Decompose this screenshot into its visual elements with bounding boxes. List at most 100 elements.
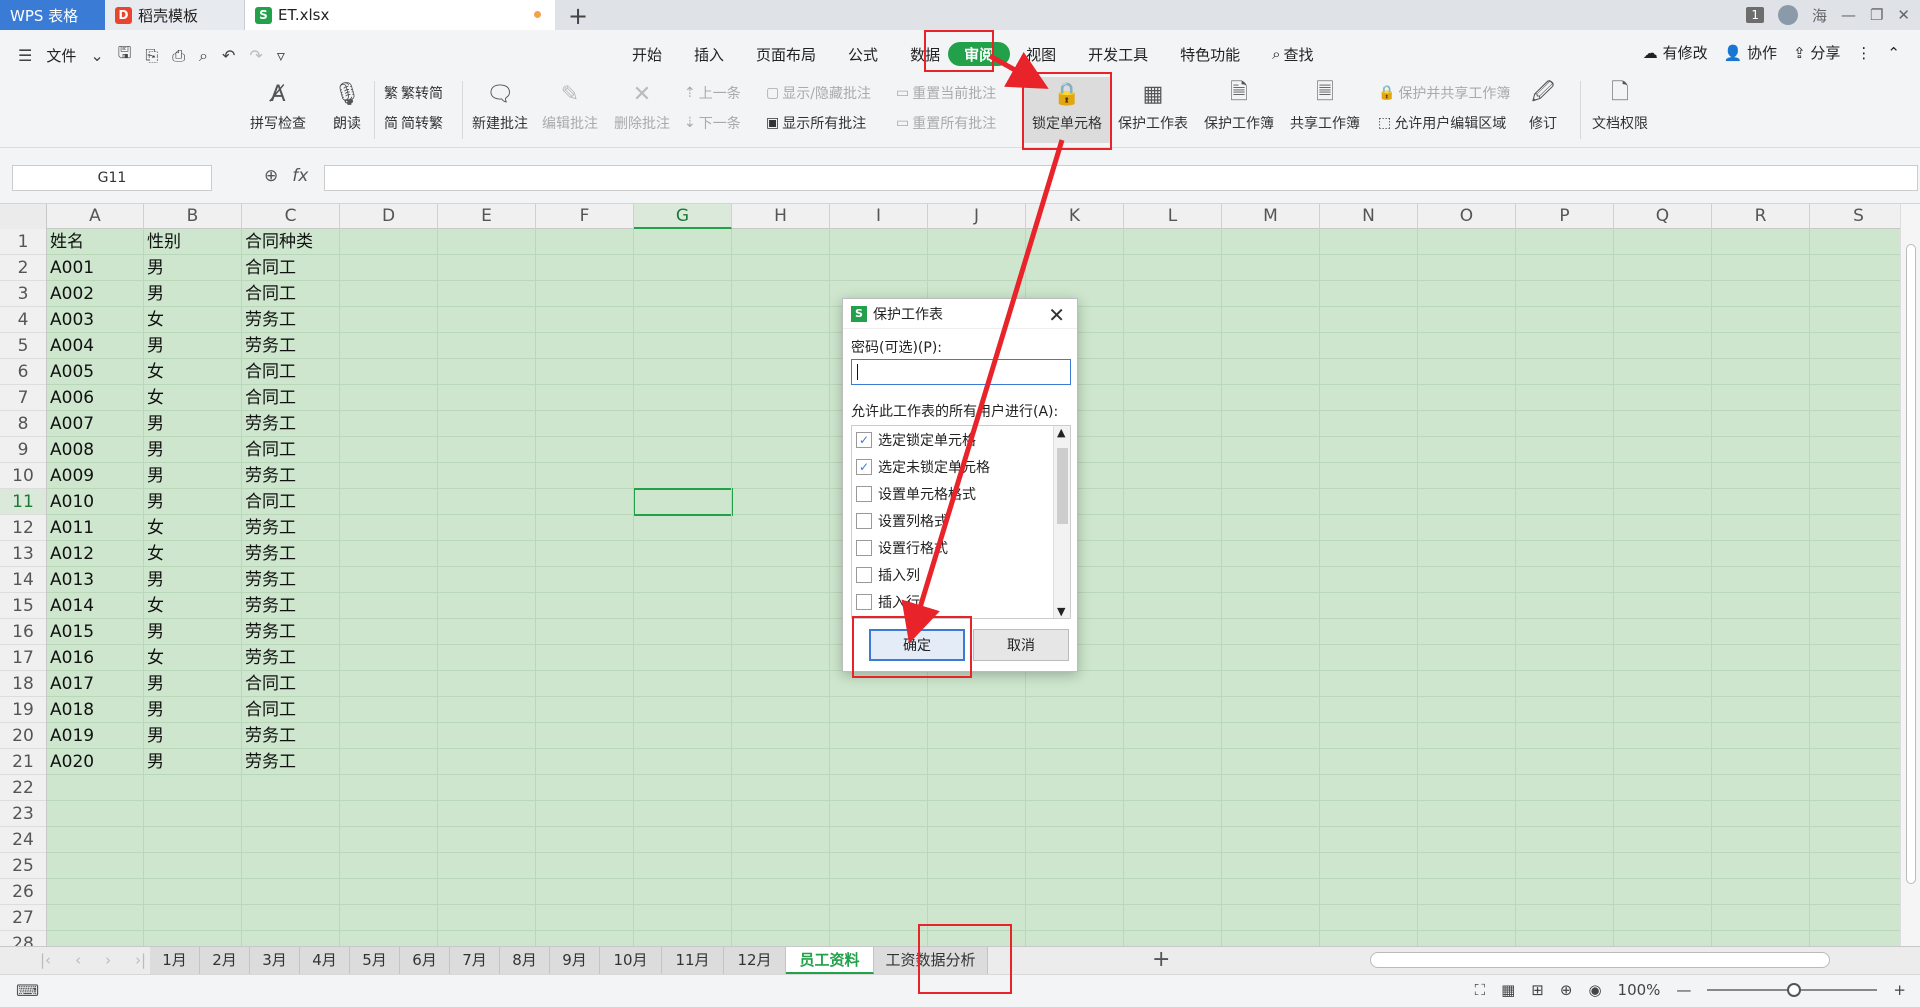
modified-button[interactable]: ☁ 有修改 [1643,42,1708,63]
tab-features[interactable]: 特色功能 [1164,42,1256,66]
row-header-18[interactable]: 18 [0,671,46,697]
column-header-n[interactable]: N [1320,204,1418,229]
password-input[interactable] [851,359,1071,385]
row-header-6[interactable]: 6 [0,359,46,385]
zoom-formula-icon[interactable]: ⊕ [264,166,278,186]
sheet-tab[interactable]: 8月 [500,947,550,974]
column-header-a[interactable]: A [47,204,144,229]
row-header-21[interactable]: 21 [0,749,46,775]
cell[interactable]: A016 [47,645,144,671]
more-icon[interactable]: ⋮ [1856,44,1871,62]
permission-item[interactable]: 插入列 [852,561,1070,588]
chevron-down-icon[interactable]: ⌄ [90,46,103,65]
sheet-tab[interactable]: 12月 [724,947,786,974]
cell[interactable]: 女 [144,307,242,333]
zoom-slider-knob[interactable] [1787,983,1802,997]
cell[interactable]: A008 [47,437,144,463]
last-sheet-icon[interactable]: ›| [135,951,146,969]
new-comment-button[interactable]: 🗨 新建批注 [472,79,528,133]
row-header-22[interactable]: 22 [0,775,46,801]
cell[interactable]: 劳务工 [242,593,340,619]
cell[interactable]: A006 [47,385,144,411]
sheet-tab[interactable]: 10月 [600,947,662,974]
collapse-ribbon-icon[interactable]: ⌃ [1887,44,1900,62]
cell[interactable]: A007 [47,411,144,437]
cell[interactable]: 合同工 [242,437,340,463]
sheet-tab[interactable]: 9月 [550,947,600,974]
cell[interactable]: 男 [144,619,242,645]
row-header-12[interactable]: 12 [0,515,46,541]
name-box[interactable]: G11 [12,165,212,191]
cell[interactable]: 男 [144,411,242,437]
column-header-j[interactable]: J [928,204,1026,229]
protect-share-workbook-button[interactable]: 🔒 保护并共享工作簿 [1378,83,1510,103]
sheet-tab[interactable]: 员工资料 [786,947,874,974]
trad-to-simp-button[interactable]: 繁繁转简 [384,83,443,103]
customize-icon[interactable]: ▿ [277,46,285,65]
sheet-tab[interactable]: 11月 [662,947,724,974]
reset-all-comments-button[interactable]: ▭ 重置所有批注 [896,113,996,133]
cell[interactable]: 合同工 [242,697,340,723]
sheet-tab[interactable]: 7月 [450,947,500,974]
cell[interactable]: 合同工 [242,255,340,281]
share-button[interactable]: ⇪ 分享 [1793,42,1840,63]
cell[interactable]: A001 [47,255,144,281]
cell[interactable]: 劳务工 [242,619,340,645]
row-header-27[interactable]: 27 [0,905,46,931]
dialog-close-icon[interactable]: ✕ [1048,303,1065,327]
cell[interactable]: 男 [144,567,242,593]
first-sheet-icon[interactable]: |‹ [40,951,51,969]
cell[interactable]: A009 [47,463,144,489]
checkbox-icon[interactable] [856,539,872,556]
cell[interactable]: A015 [47,619,144,645]
checkbox-icon[interactable] [856,485,872,502]
normal-view-icon[interactable]: ▦ [1501,981,1515,999]
tab-daoke[interactable]: D 稻壳模板 [105,0,245,30]
column-header-c[interactable]: C [242,204,340,229]
sheet-tab[interactable]: 2月 [200,947,250,974]
hamburger-icon[interactable]: ☰ [18,46,32,65]
column-header-s[interactable]: S [1810,204,1900,229]
cell[interactable]: 女 [144,645,242,671]
row-header-17[interactable]: 17 [0,645,46,671]
checkbox-icon[interactable] [856,512,872,529]
delete-comment-button[interactable]: ✕ 删除批注 [614,79,670,133]
cell[interactable]: 合同工 [242,671,340,697]
collaborate-button[interactable]: 👤 协作 [1724,42,1777,63]
cell[interactable]: A018 [47,697,144,723]
page-break-view-icon[interactable]: ⊞ [1531,981,1544,999]
cell[interactable]: 男 [144,671,242,697]
cell[interactable]: 合同工 [242,489,340,515]
column-header-r[interactable]: R [1712,204,1810,229]
cell[interactable]: A019 [47,723,144,749]
save-icon[interactable]: 🖫 [118,42,132,69]
column-header-d[interactable]: D [340,204,438,229]
scroll-up-icon[interactable]: ▲ [1057,426,1065,439]
cell[interactable]: 男 [144,437,242,463]
protect-sheet-button[interactable]: ▦ 保护工作表 [1118,79,1188,133]
add-sheet-button[interactable]: + [1152,947,1170,973]
tab-view[interactable]: 视图 [1010,42,1072,66]
select-all-corner[interactable] [0,204,47,229]
spell-check-button[interactable]: A̸ 拼写检查 [250,79,306,133]
permission-item[interactable]: 插入行 [852,588,1070,615]
cell[interactable]: A003 [47,307,144,333]
row-header-23[interactable]: 23 [0,801,46,827]
cell[interactable]: 劳务工 [242,411,340,437]
cancel-button[interactable]: 取消 [973,629,1069,661]
column-header-o[interactable]: O [1418,204,1516,229]
next-comment-button[interactable]: ⇣ 下一条 [684,113,741,133]
row-header-16[interactable]: 16 [0,619,46,645]
permission-item[interactable]: 设置列格式 [852,507,1070,534]
user-name[interactable]: 海 [1812,5,1827,26]
file-menu[interactable]: 文件 [46,45,76,66]
permission-item[interactable]: ✓ 选定锁定单元格 [852,426,1070,453]
zoom-slider[interactable] [1707,983,1878,997]
cell[interactable]: 合同种类 [242,229,340,255]
cell[interactable]: 男 [144,255,242,281]
tab-home[interactable]: 开始 [616,42,678,66]
permission-list[interactable]: ✓ 选定锁定单元格 ✓ 选定未锁定单元格 设置单元格格式 设置列格式 设置行格式 插入列 插入行… [851,425,1071,619]
column-header-e[interactable]: E [438,204,536,229]
zoom-level[interactable]: 100% [1618,981,1661,999]
vertical-scrollbar[interactable] [1900,204,1920,946]
